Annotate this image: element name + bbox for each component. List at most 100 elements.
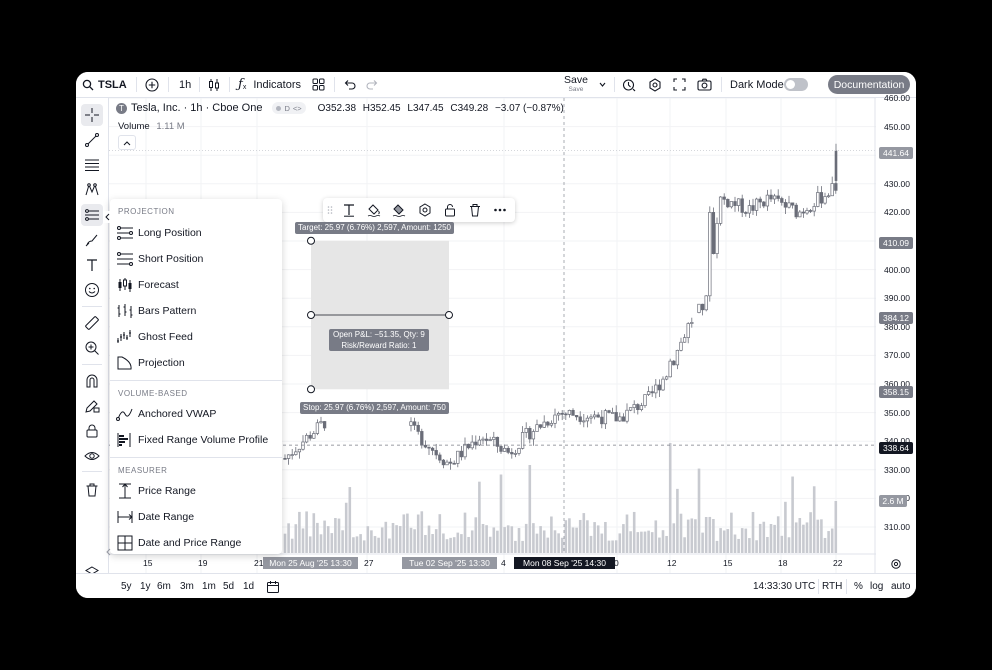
- brush-tool[interactable]: [81, 229, 103, 251]
- candle: [488, 439, 492, 441]
- menu-item-date-range[interactable]: Date Range: [110, 504, 282, 530]
- auto-scale-button[interactable]: auto: [891, 574, 910, 598]
- menu-item-ghost-feed[interactable]: Ghost Feed: [110, 324, 282, 350]
- range-button-1d[interactable]: 1d: [243, 574, 254, 598]
- indicators-button[interactable]: ƒx Indicators: [238, 72, 301, 97]
- volume-bar: [683, 537, 686, 553]
- toolbar-collapse[interactable]: [104, 546, 112, 558]
- divider: [721, 77, 722, 92]
- projection-tool[interactable]: [81, 204, 103, 226]
- volume-bar: [809, 512, 812, 553]
- section-volume-based: VOLUME-BASED: [118, 389, 188, 398]
- menu-item-short-position[interactable]: Short Position: [110, 246, 282, 272]
- candle: [574, 415, 579, 418]
- ruler-tool[interactable]: [81, 312, 103, 334]
- volume-bar: [427, 525, 431, 553]
- pattern-tool[interactable]: [81, 179, 103, 201]
- volume-bar: [298, 511, 301, 553]
- fill-color-button[interactable]: [365, 201, 383, 219]
- menu-item-price-range[interactable]: Price Range: [110, 478, 282, 504]
- text-tool[interactable]: [81, 254, 103, 276]
- flyout-arrow[interactable]: [103, 211, 111, 223]
- volume-bar: [503, 527, 506, 553]
- fib-tool[interactable]: [81, 154, 103, 176]
- candle: [452, 462, 456, 465]
- pnl-box: Open P&L: −51.35, Qty: 9 Risk/Reward Rat…: [329, 329, 429, 351]
- text-style-button[interactable]: [340, 201, 358, 219]
- drawing-settings-button[interactable]: [416, 201, 434, 219]
- menu-item-date-and-price-range[interactable]: Date and Price Range: [110, 530, 282, 556]
- candle: [758, 198, 762, 203]
- symbol-search[interactable]: TSLA: [82, 72, 127, 97]
- menu-item-label: Anchored VWAP: [138, 408, 217, 420]
- more-options-button[interactable]: [491, 201, 509, 219]
- documentation-button[interactable]: Documentation: [828, 75, 910, 94]
- layout-button[interactable]: [312, 72, 325, 97]
- volume-bar: [568, 518, 571, 553]
- volume-bar: [348, 487, 352, 553]
- time-tick: 15: [723, 558, 733, 568]
- range-button-5y[interactable]: 5y: [121, 574, 132, 598]
- save-menu-button[interactable]: [598, 72, 607, 97]
- candle: [420, 431, 424, 446]
- volume-bar: [391, 522, 395, 553]
- hide-drawings-tool[interactable]: [81, 445, 103, 467]
- fullscreen-button[interactable]: [673, 72, 686, 97]
- dark-mode-toggle[interactable]: [784, 78, 808, 91]
- candle: [747, 205, 752, 214]
- menu-item-fixed-range-volume-profile[interactable]: Fixed Range Volume Profile: [110, 427, 282, 453]
- alerts-button[interactable]: [622, 72, 636, 97]
- range-button-3m[interactable]: 3m: [180, 574, 194, 598]
- chart-type-button[interactable]: [207, 72, 221, 97]
- percent-scale-button[interactable]: %: [854, 574, 863, 598]
- candle: [618, 416, 622, 422]
- line-color-button[interactable]: [390, 201, 408, 219]
- candle: [657, 384, 662, 391]
- candle: [549, 423, 554, 426]
- screenshot-button[interactable]: [697, 72, 712, 97]
- volume-bar: [355, 536, 359, 553]
- redo-button[interactable]: [366, 72, 379, 97]
- trend-line-tool[interactable]: [81, 129, 103, 151]
- magnet-tool[interactable]: [81, 370, 103, 392]
- lock-drawing-button[interactable]: [441, 201, 459, 219]
- emoji-tool[interactable]: [81, 279, 103, 301]
- lock-all-tool[interactable]: [81, 420, 103, 442]
- lock-drawing-tool[interactable]: [81, 395, 103, 417]
- range-button-1y[interactable]: 1y: [140, 574, 151, 598]
- menu-item-projection[interactable]: Projection: [110, 350, 282, 376]
- volume-bar: [456, 532, 460, 553]
- crosshair-tool[interactable]: [81, 104, 103, 126]
- volume-bar: [647, 530, 650, 553]
- delete-drawings-tool[interactable]: [81, 479, 103, 501]
- legend-badges[interactable]: D <>: [272, 102, 306, 114]
- session-button[interactable]: RTH: [822, 574, 842, 598]
- candle: [834, 150, 838, 181]
- compare-button[interactable]: [145, 72, 159, 97]
- drag-handle-icon[interactable]: [325, 201, 335, 219]
- collapse-legend-button[interactable]: [118, 135, 136, 150]
- interval-button[interactable]: 1h: [179, 72, 191, 97]
- log-scale-button[interactable]: log: [870, 574, 883, 598]
- save-button[interactable]: Save Save: [564, 75, 588, 94]
- range-button-5d[interactable]: 5d: [223, 574, 234, 598]
- delete-drawing-button[interactable]: [466, 201, 484, 219]
- long-position-icon: [117, 226, 133, 240]
- menu-item-anchored-vwap[interactable]: Anchored VWAP: [110, 401, 282, 427]
- menu-item-label: Bars Pattern: [138, 305, 197, 317]
- volume-bar: [625, 514, 629, 553]
- range-button-6m[interactable]: 6m: [157, 574, 171, 598]
- menu-item-bars-pattern[interactable]: Bars Pattern: [110, 298, 282, 324]
- menu-item-forecast[interactable]: Forecast: [110, 272, 282, 298]
- clock-display[interactable]: 14:33:30 UTC: [753, 574, 815, 598]
- position-icon: [85, 209, 99, 221]
- settings-button[interactable]: [648, 72, 662, 97]
- go-to-date-button[interactable]: [266, 574, 280, 598]
- range-button-1m[interactable]: 1m: [202, 574, 216, 598]
- undo-button[interactable]: [343, 72, 356, 97]
- menu-item-long-position[interactable]: Long Position: [110, 220, 282, 246]
- volume-bar: [636, 532, 640, 553]
- volume-bar: [654, 520, 658, 553]
- candle: [632, 404, 636, 409]
- zoom-tool[interactable]: [81, 337, 103, 359]
